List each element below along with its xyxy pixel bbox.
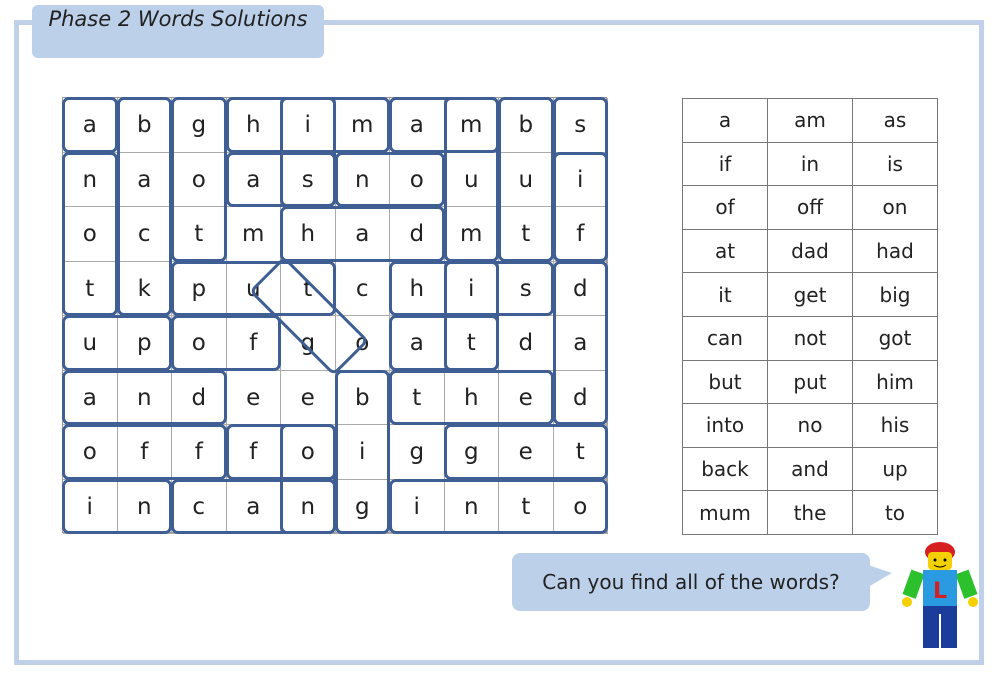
solution-outline <box>334 151 445 207</box>
word-list-row: at dad had <box>682 228 938 274</box>
solution-outline <box>498 97 554 262</box>
word-list-item: at <box>682 228 768 274</box>
solution-outline <box>62 478 172 534</box>
word-list-item: mum <box>682 490 768 535</box>
solution-outline <box>62 424 227 480</box>
solution-outline <box>334 369 390 534</box>
solution-outline <box>62 151 118 316</box>
word-list-item: a <box>682 98 768 143</box>
word-list-item: dad <box>767 228 853 274</box>
solution-outline <box>389 369 554 425</box>
solution-outline <box>62 369 227 425</box>
word-list-row: can not got <box>682 315 938 361</box>
solution-outline <box>443 424 608 480</box>
word-list-item: as <box>852 98 938 143</box>
solution-outline <box>552 260 608 425</box>
word-list-item: of <box>682 185 768 230</box>
word-list-item: am <box>767 98 853 143</box>
word-list-item: not <box>767 315 853 361</box>
word-list-table: a am as if in is of off on at dad had it get big can not… <box>682 98 938 535</box>
word-search-grid: abghimambsnaoasnouuioctmhadmtftkputchisd… <box>62 97 608 534</box>
page-title: Phase 2 Words Solutions <box>32 5 324 58</box>
solution-outline <box>62 97 118 153</box>
word-list-item: back <box>682 446 768 492</box>
word-list-row: but put him <box>682 359 938 405</box>
solution-outline <box>443 97 499 262</box>
word-list-row: mum the to <box>682 490 938 535</box>
solution-outline <box>171 315 281 371</box>
solution-outline <box>171 478 336 534</box>
word-list-item: his <box>852 403 938 448</box>
grid-cell: g <box>390 425 445 480</box>
word-list-item: the <box>767 490 853 535</box>
word-list-item: off <box>767 185 853 230</box>
solution-outline <box>552 97 608 262</box>
grid-cell: d <box>499 316 554 371</box>
word-list-item: and <box>767 446 853 492</box>
word-list-item: on <box>852 185 938 230</box>
word-list-row: back and up <box>682 446 938 492</box>
word-list-row: into no his <box>682 403 938 448</box>
word-list-item: had <box>852 228 938 274</box>
grid-cell: e <box>226 370 281 425</box>
word-list-item: get <box>767 272 853 317</box>
word-list-row: a am as <box>682 98 938 143</box>
word-list-item: up <box>852 446 938 492</box>
word-list-item: can <box>682 315 768 361</box>
word-list-item: in <box>767 141 853 187</box>
solution-outline <box>389 478 608 534</box>
word-list-item: it <box>682 272 768 317</box>
word-list-item: but <box>682 359 768 405</box>
word-list-item: got <box>852 315 938 361</box>
word-list-item: is <box>852 141 938 187</box>
svg-text:L: L <box>933 579 947 604</box>
solution-outline <box>280 97 336 207</box>
word-list-item: if <box>682 141 768 187</box>
speech-bubble: Can you find all of the words? <box>512 553 892 611</box>
word-list-row: of off on <box>682 185 938 230</box>
word-list-item: no <box>767 403 853 448</box>
solution-outline <box>171 97 227 262</box>
word-list-item: put <box>767 359 853 405</box>
word-list-row: if in is <box>682 141 938 187</box>
grid-cell: c <box>335 261 390 316</box>
solution-outline <box>443 260 499 371</box>
word-list-item: into <box>682 403 768 448</box>
word-list-item: him <box>852 359 938 405</box>
grid-cell: e <box>281 370 336 425</box>
solution-outline <box>280 206 445 262</box>
word-list-item: to <box>852 490 938 535</box>
lego-figure-icon: L <box>902 542 978 648</box>
solution-outline <box>62 315 172 371</box>
word-list-row: it get big <box>682 272 938 317</box>
word-list-item: big <box>852 272 938 317</box>
solution-outline <box>116 97 172 316</box>
grid-cell: m <box>226 207 281 262</box>
